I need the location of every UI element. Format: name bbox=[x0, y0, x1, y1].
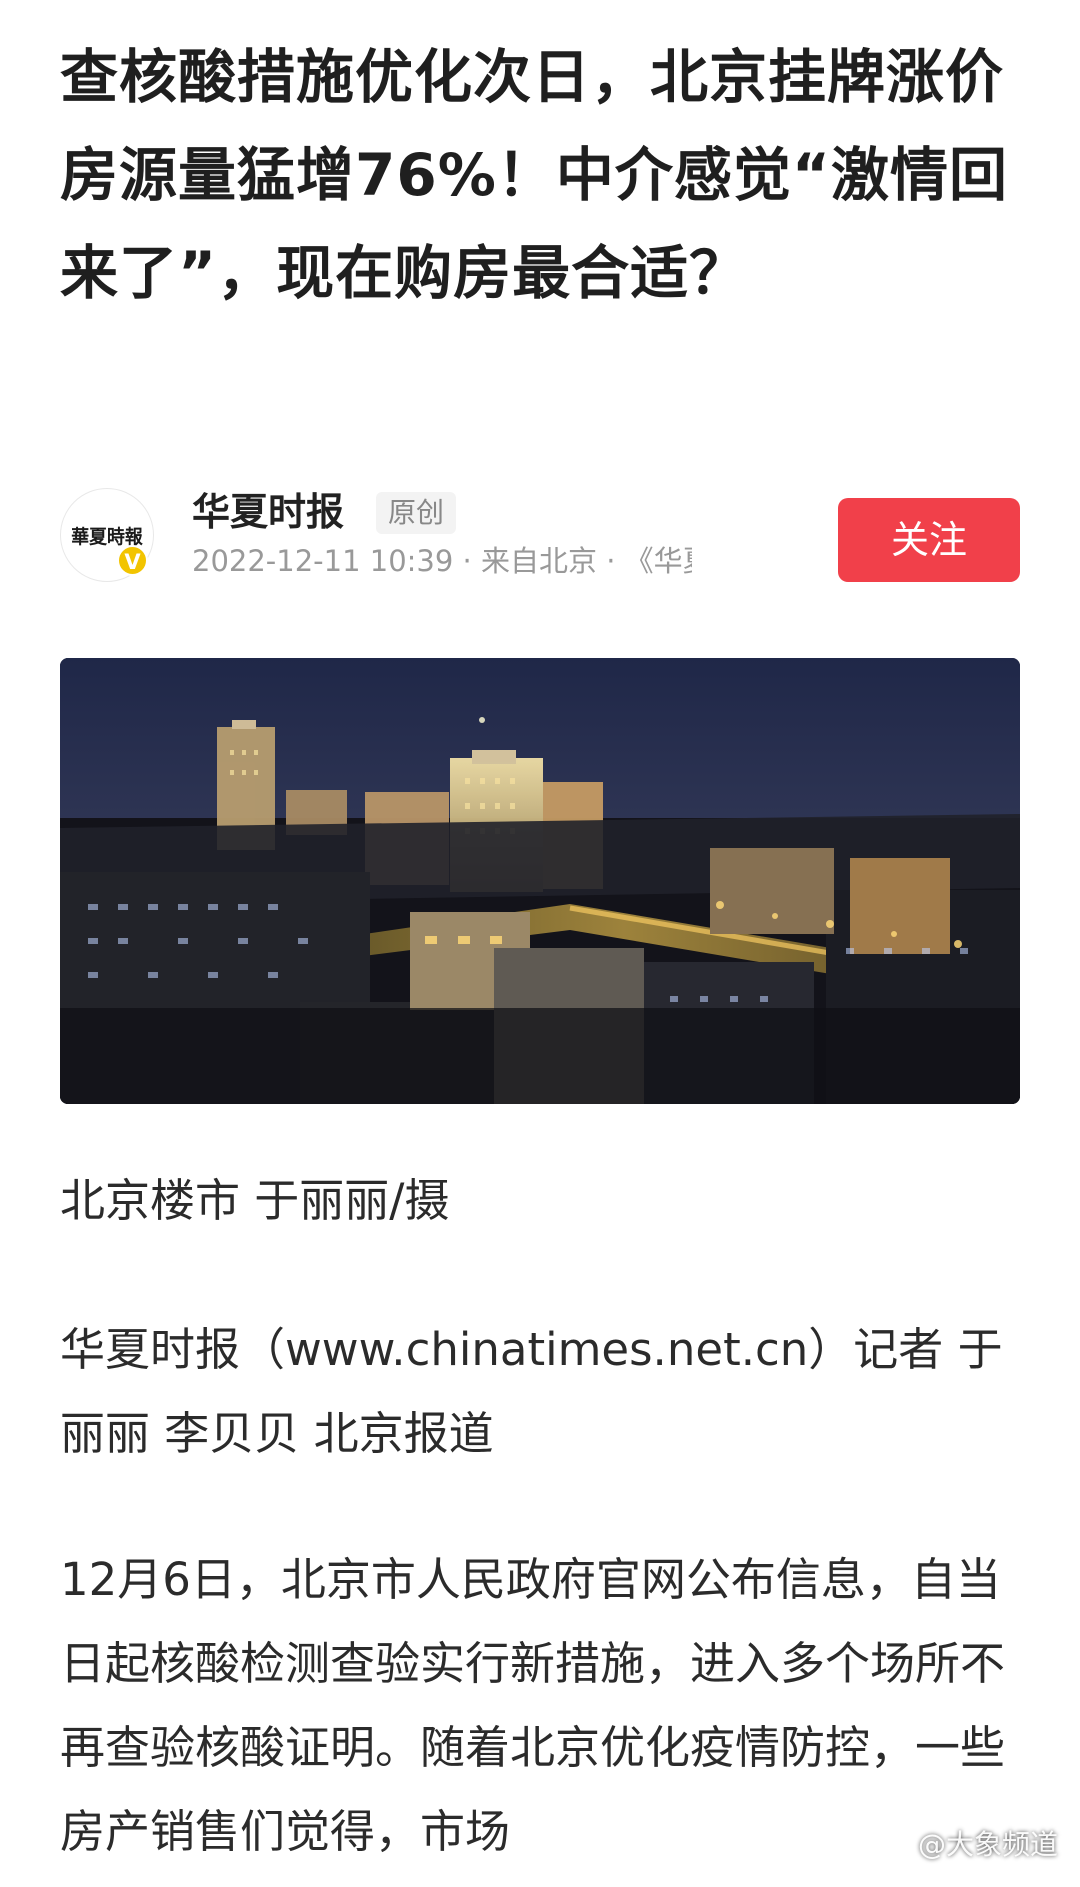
article-paragraph: 12月6日，北京市人民政府官网公布信息，自当日起核酸检测查验实行新措施，进入多个… bbox=[60, 1553, 1006, 1858]
article-headline: 查核酸措施优化次日，北京挂牌涨价房源量猛增76%！中介感觉“激情回来了”，现在购… bbox=[60, 43, 1008, 307]
original-tag: 原创 bbox=[376, 492, 457, 534]
article-page: 查核酸措施优化次日，北京挂牌涨价房源量猛增76%！中介感觉“激情回来了”，现在购… bbox=[0, 0, 1080, 1887]
follow-button[interactable]: 关注 bbox=[838, 498, 1020, 582]
author-name[interactable]: 华夏时报 bbox=[192, 490, 344, 534]
article-hero-image[interactable] bbox=[60, 658, 1020, 1104]
reporter-line: 华夏时报（www.chinatimes.net.cn）记者 于丽丽 李贝贝 北京… bbox=[60, 1323, 1003, 1460]
author-row: 華夏時報 V 华夏时报 原创 2022-12-11 10:39 · 来自北京 ·… bbox=[60, 488, 1020, 590]
night-city-photo-icon bbox=[60, 658, 1020, 1104]
publish-meta: 2022-12-11 10:39 · 来自北京 · 《华夏… bbox=[192, 544, 692, 578]
image-caption: 北京楼市 于丽丽/摄 bbox=[60, 1174, 450, 1227]
watermark: @大象频道 bbox=[917, 1828, 1058, 1861]
verified-icon: V bbox=[117, 545, 148, 576]
